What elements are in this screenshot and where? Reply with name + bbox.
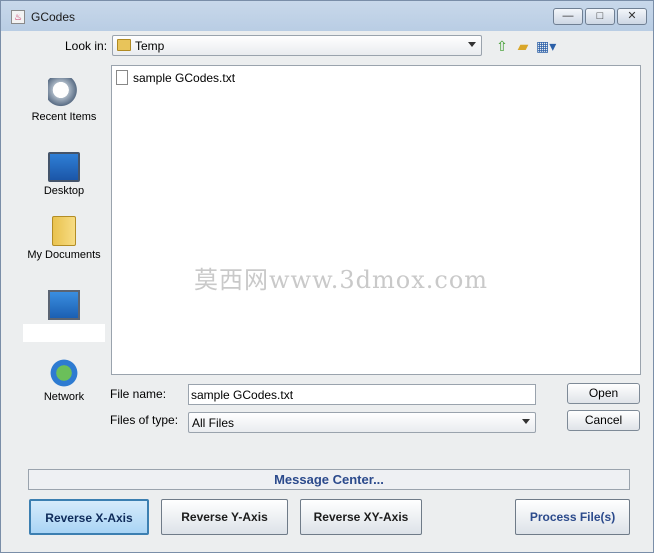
maximize-button[interactable]: □: [585, 8, 615, 25]
view-menu-icon[interactable]: ▦▾: [536, 37, 556, 55]
chevron-down-icon: [468, 42, 476, 47]
place-computer[interactable]: [18, 284, 110, 342]
open-button[interactable]: Open: [567, 383, 640, 404]
java-app-icon: ♨: [11, 10, 25, 24]
place-recent-items[interactable]: Recent Items: [18, 78, 110, 123]
window-title: GCodes: [31, 10, 76, 24]
file-chooser-window: ♨ GCodes — □ ✕ Look in: Temp ⇧ ▰ ▦▾ Rece…: [0, 0, 654, 553]
new-folder-icon[interactable]: ▰: [514, 37, 532, 55]
file-list[interactable]: sample GCodes.txt 莫西网www.3dmox.com: [111, 65, 641, 375]
reverse-y-axis-button[interactable]: Reverse Y-Axis: [161, 499, 288, 535]
minimize-button[interactable]: —: [553, 8, 583, 25]
folder-icon: [117, 39, 131, 51]
watermark-text: 莫西网www.3dmox.com: [194, 266, 489, 294]
place-label: Desktop: [43, 185, 85, 197]
reverse-xy-axis-button[interactable]: Reverse XY-Axis: [300, 499, 422, 535]
reverse-x-axis-button[interactable]: Reverse X-Axis: [29, 499, 149, 535]
close-button[interactable]: ✕: [617, 8, 647, 25]
file-name-input[interactable]: sample GCodes.txt: [188, 384, 536, 405]
process-files-button[interactable]: Process File(s): [515, 499, 630, 535]
look-in-value: Temp: [135, 39, 165, 53]
place-network[interactable]: Network: [18, 358, 110, 403]
file-name: sample GCodes.txt: [133, 71, 236, 85]
place-label: [23, 324, 105, 342]
recent-items-icon: [48, 78, 80, 108]
my-documents-icon: [52, 216, 76, 246]
title-bar[interactable]: ♨ GCodes — □ ✕: [1, 1, 653, 31]
text-file-icon: [116, 70, 128, 85]
place-my-documents[interactable]: My Documents: [18, 216, 110, 261]
desktop-icon: [48, 152, 80, 182]
place-label: Recent Items: [31, 111, 97, 123]
computer-icon: [48, 290, 80, 320]
file-type-value: All Files: [192, 416, 235, 430]
place-desktop[interactable]: Desktop: [18, 148, 110, 197]
network-icon: [48, 358, 80, 388]
cancel-button[interactable]: Cancel: [567, 410, 640, 431]
look-in-dropdown[interactable]: Temp: [112, 35, 482, 56]
up-folder-icon[interactable]: ⇧: [493, 37, 511, 55]
places-sidebar: Recent Items Desktop My Documents Networ…: [18, 64, 110, 432]
place-label: My Documents: [27, 249, 101, 261]
message-center: Message Center...: [28, 469, 630, 490]
file-type-dropdown[interactable]: All Files: [188, 412, 536, 433]
dialog-content: Look in: Temp ⇧ ▰ ▦▾ Recent Items Deskto…: [8, 31, 646, 547]
place-label: Network: [43, 391, 85, 403]
file-name-label: File name:: [110, 387, 167, 401]
look-in-label: Look in:: [65, 39, 108, 53]
chevron-down-icon: [522, 419, 530, 424]
file-type-label: Files of type:: [110, 413, 179, 427]
